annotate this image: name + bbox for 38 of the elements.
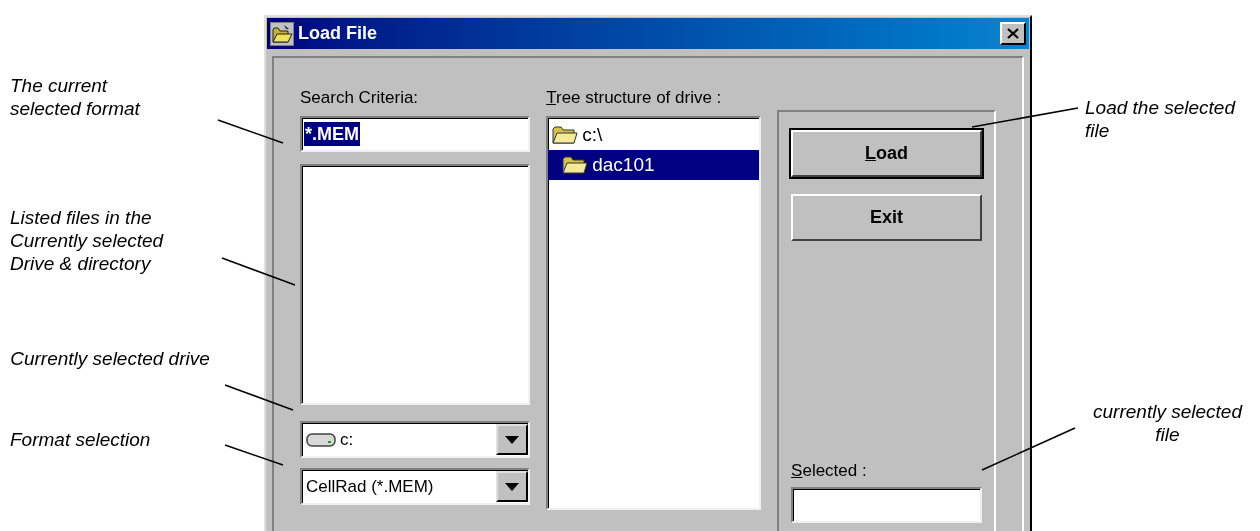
field-value: *.MEM xyxy=(304,122,360,146)
tree-item-label: dac101 xyxy=(592,152,655,177)
selected-file-field[interactable] xyxy=(791,487,982,523)
folder-icon xyxy=(562,155,589,175)
tree-label: Tree structure of drive : xyxy=(546,87,723,109)
folder-tree[interactable]: c:\ dac101 xyxy=(546,116,762,510)
combo-value: c: xyxy=(340,428,355,451)
search-criteria-field[interactable]: *.MEM xyxy=(300,116,531,152)
combo-value: CellRad (*.MEM) xyxy=(306,475,435,498)
file-list[interactable] xyxy=(300,164,531,405)
dialog-button[interactable]: Exit xyxy=(791,194,982,241)
tree-item[interactable]: dac101 xyxy=(548,150,760,180)
annotation-text: The current selected format xyxy=(10,74,142,120)
close-icon xyxy=(1007,28,1019,39)
selected-file-label: Selected : xyxy=(791,459,868,482)
tree-item-label: c:\ xyxy=(582,122,603,147)
drive-icon xyxy=(306,431,336,448)
annotation-text: Currently selected drive xyxy=(10,347,210,370)
annotation-text: Listed files in the Currently selected Drive & directory xyxy=(10,206,165,275)
caret-icon xyxy=(505,482,520,491)
window-title: Load File xyxy=(298,22,378,45)
drive-dropdown[interactable]: c: xyxy=(300,421,531,458)
close-button[interactable] xyxy=(1000,22,1026,45)
annotation-text: Format selection xyxy=(10,428,152,451)
leader-line xyxy=(217,119,284,144)
dropdown-button[interactable] xyxy=(496,424,529,455)
caret-icon xyxy=(505,435,520,444)
open-folder-icon xyxy=(270,21,294,46)
search-criteria-label: Search Criteria: xyxy=(300,87,420,109)
annotation-text: Load the selected file xyxy=(1085,96,1237,142)
leader-line xyxy=(224,444,284,466)
leader-line xyxy=(224,384,294,411)
format-dropdown[interactable]: CellRad (*.MEM) xyxy=(300,468,531,505)
tree-item[interactable]: c:\ xyxy=(548,120,760,150)
annotation-text: currently selected file xyxy=(1092,400,1244,446)
dialog-button[interactable]: Load xyxy=(791,130,982,177)
dropdown-button[interactable] xyxy=(496,471,529,502)
folder-icon xyxy=(552,125,579,145)
